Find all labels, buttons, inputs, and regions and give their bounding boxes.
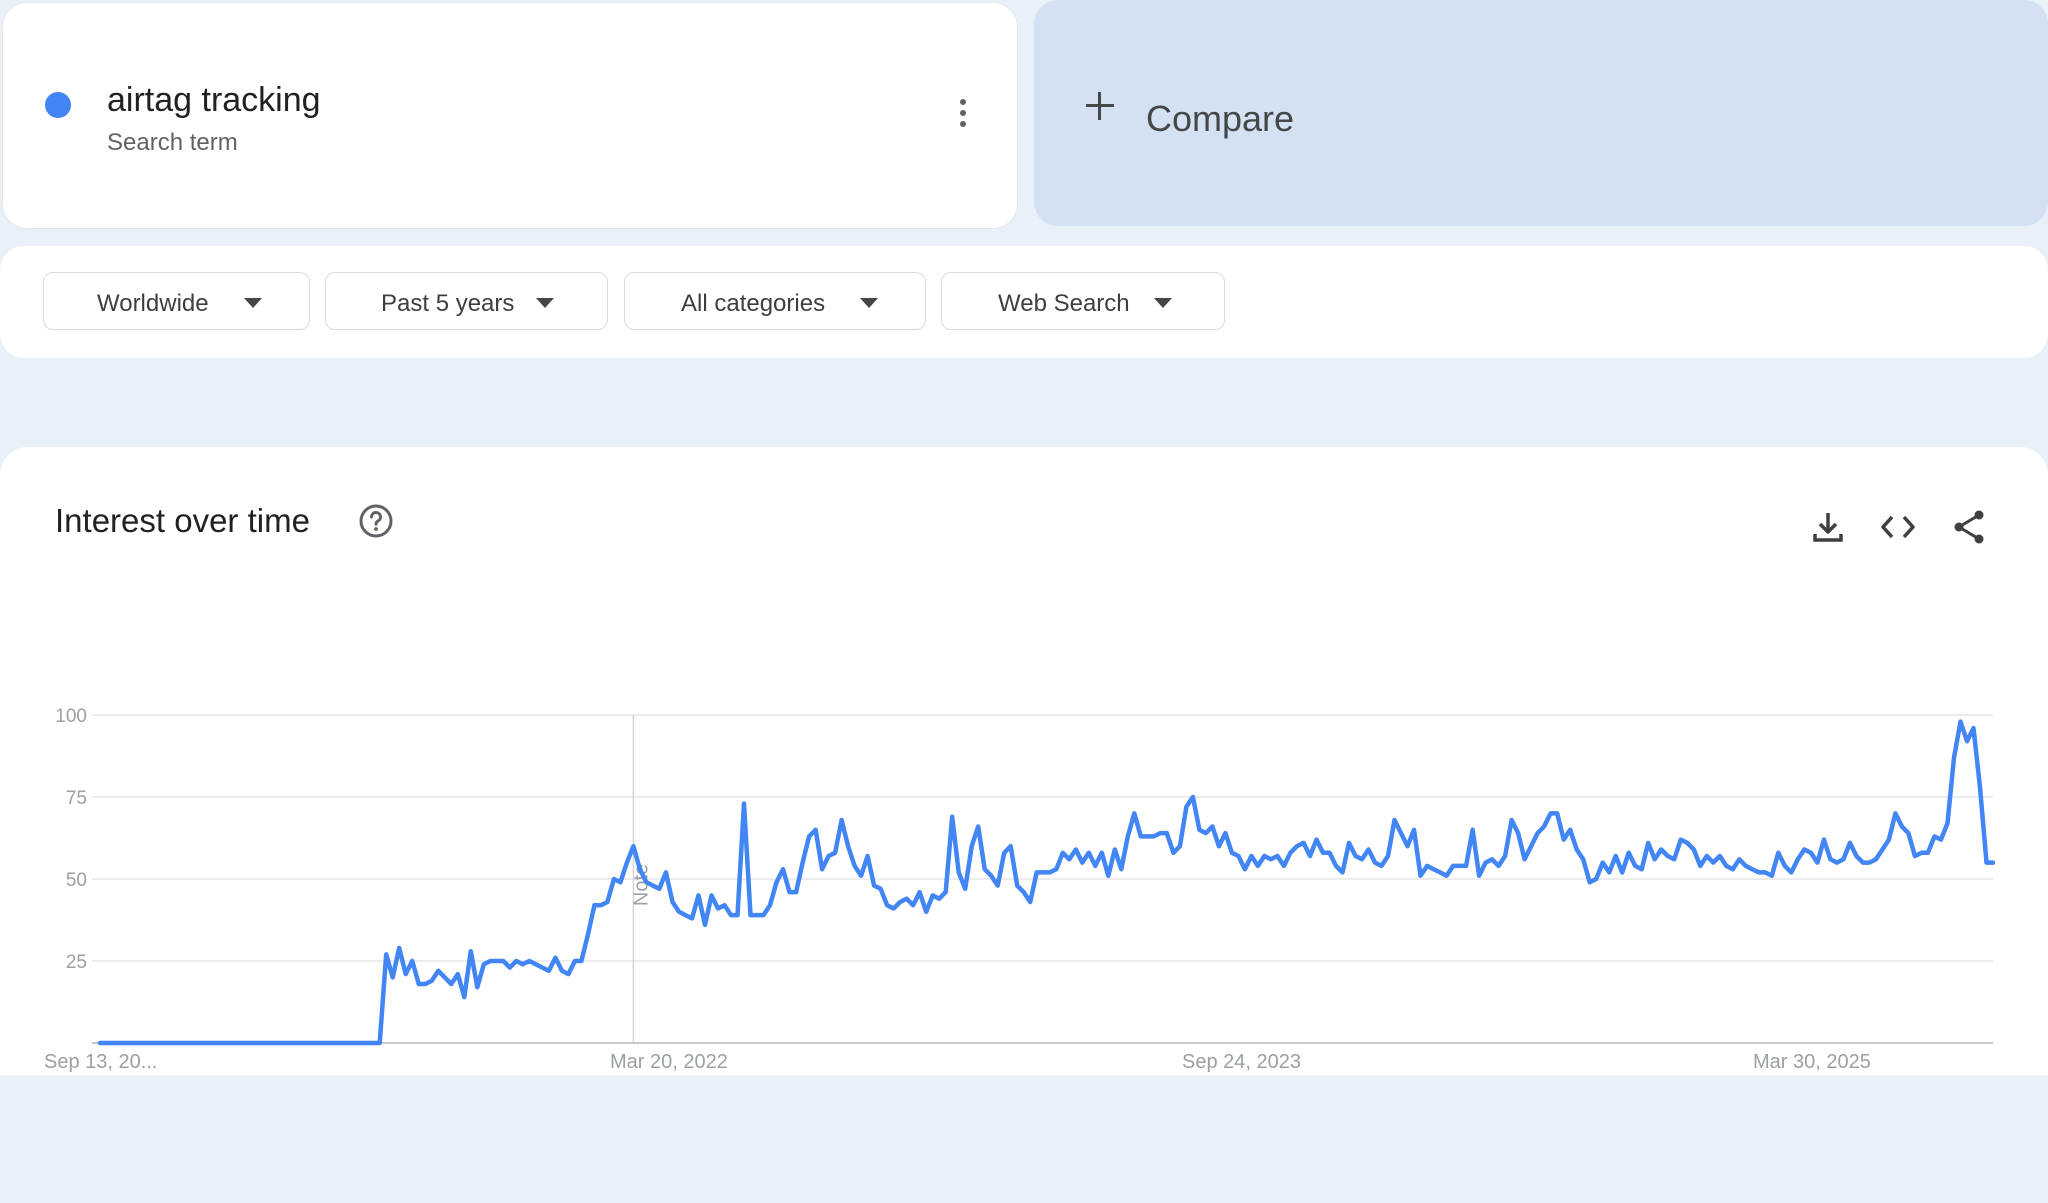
chart-gridlines	[92, 714, 1993, 1044]
time-range-dropdown[interactable]: Past 5 years	[325, 272, 608, 330]
y-axis-ticks: 25 50 75 100	[55, 706, 87, 973]
chart-series	[97, 719, 1996, 1046]
filter-bar: Worldwide Past 5 years All categories We…	[0, 246, 2048, 358]
region-label: Worldwide	[97, 290, 209, 317]
x-tick-label: Mar 20, 2022	[610, 1051, 728, 1073]
term-color-dot	[45, 92, 71, 118]
search-term-type: Search term	[107, 129, 238, 156]
y-tick-label: 25	[66, 952, 87, 973]
search-term-card: airtag tracking Search term	[3, 3, 1017, 228]
category-label: All categories	[681, 290, 826, 317]
series-line	[97, 719, 1996, 1046]
y-tick-label: 50	[66, 870, 87, 891]
compare-label: Compare	[1146, 98, 1295, 139]
category-dropdown[interactable]: All categories	[624, 272, 926, 330]
caret-down-icon	[536, 298, 554, 308]
more-options-icon[interactable]	[953, 99, 973, 139]
x-tick-label: Sep 13, 20...	[44, 1051, 157, 1073]
compare-button[interactable]: Compare	[1034, 0, 2048, 226]
plus-icon	[1084, 90, 1116, 122]
y-tick-label: 75	[66, 788, 87, 809]
property-label: Web Search	[998, 290, 1130, 317]
region-dropdown[interactable]: Worldwide	[43, 272, 310, 330]
chart-annotation: Note	[630, 715, 652, 1043]
y-tick-label: 100	[55, 706, 87, 727]
caret-down-icon	[244, 298, 262, 308]
caret-down-icon	[1154, 298, 1172, 308]
line-chart: 25 50 75 100 Note Sep 13, 20... Mar 20, 2022…	[44, 706, 1996, 1073]
caret-down-icon	[860, 298, 878, 308]
x-tick-label: Sep 24, 2023	[1182, 1051, 1301, 1073]
x-axis-ticks: Sep 13, 20... Mar 20, 2022 Sep 24, 2023 Mar…	[44, 1051, 1871, 1073]
time-range-label: Past 5 years	[381, 290, 515, 317]
search-term-name[interactable]: airtag tracking	[107, 81, 321, 120]
x-tick-label: Mar 30, 2025	[1753, 1051, 1871, 1073]
interest-over-time-panel: Interest over time 25 50 75 100 Note Sep 13…	[0, 447, 2048, 1075]
property-dropdown[interactable]: Web Search	[941, 272, 1225, 330]
